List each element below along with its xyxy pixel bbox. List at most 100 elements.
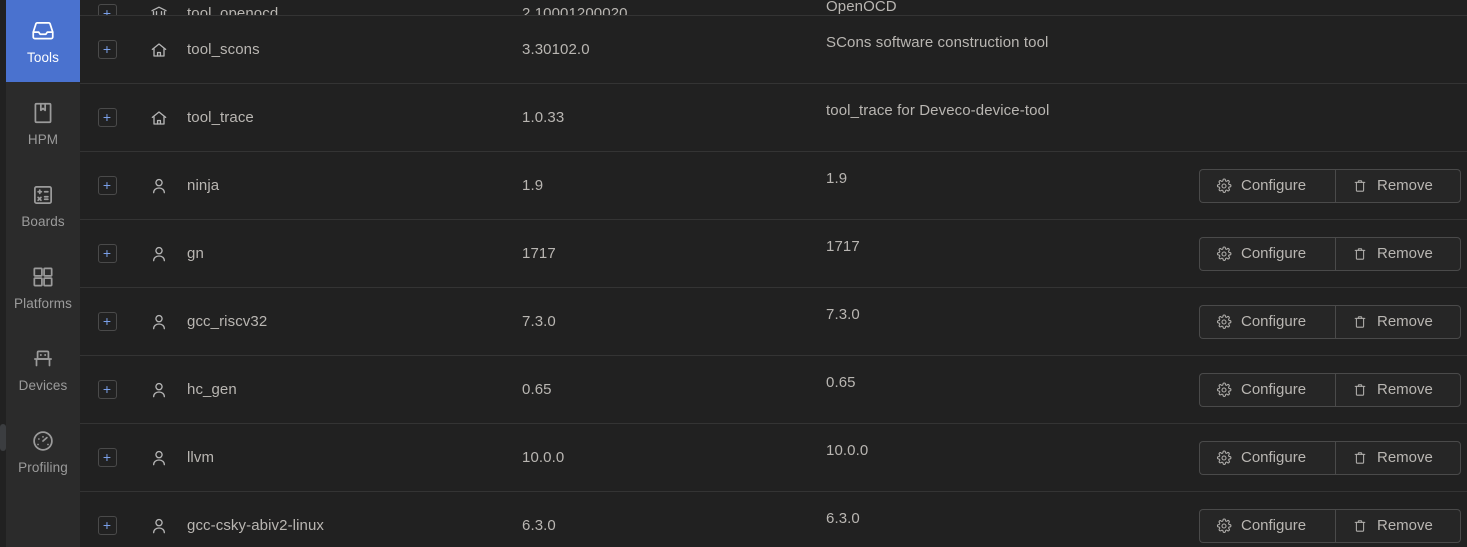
- gear-icon: [1216, 314, 1232, 330]
- tool-description-cell: 10.0.0: [826, 442, 1148, 467]
- tool-name-cell: gcc_riscv32: [184, 313, 522, 331]
- sidebar-item-platforms[interactable]: Platforms: [6, 246, 80, 328]
- tool-version: 1.9: [522, 176, 544, 194]
- person-icon: [149, 244, 169, 264]
- tool-name-cell: ninja: [184, 177, 522, 195]
- tool-description: 7.3.0: [826, 305, 860, 323]
- tool-description-cell: SCons software construction tool: [826, 34, 1148, 59]
- inbox-icon: [30, 18, 56, 44]
- row-type-cell: [134, 448, 184, 468]
- tool-version-cell: 7.3.0: [522, 313, 826, 331]
- bank-icon: [149, 3, 169, 15]
- remove-button[interactable]: Remove: [1335, 168, 1461, 203]
- table-row[interactable]: + hc_gen 0.65 0.65 Configure Remove: [80, 356, 1467, 424]
- expand-row-button[interactable]: +: [97, 244, 117, 263]
- table-row[interactable]: + tool_scons 3.30102.0 SCons software const…: [80, 16, 1467, 84]
- tool-version-cell: 6.3.0: [522, 517, 826, 535]
- tool-description: 0.65: [826, 373, 856, 391]
- tool-name: gcc_riscv32: [187, 312, 268, 330]
- table-row[interactable]: + tool_trace 1.0.33 tool_trace for Deveco-d…: [80, 84, 1467, 152]
- row-type-cell: [134, 108, 184, 128]
- remove-button[interactable]: Remove: [1335, 304, 1461, 339]
- configure-button[interactable]: Configure: [1199, 508, 1335, 543]
- expand-row-button[interactable]: +: [97, 516, 117, 535]
- sidebar-item-profiling[interactable]: Profiling: [6, 410, 80, 492]
- tool-description-cell: OpenOCD: [826, 0, 1148, 15]
- sidebar-item-devices[interactable]: Devices: [6, 328, 80, 410]
- tool-description-cell: 1717: [826, 238, 1148, 263]
- sidebar-item-boards[interactable]: Boards: [6, 164, 80, 246]
- configure-button[interactable]: Configure: [1199, 236, 1335, 271]
- configure-button-label: Configure: [1241, 177, 1307, 194]
- expand-row-button[interactable]: +: [97, 40, 117, 59]
- expand-row-button[interactable]: +: [97, 448, 117, 467]
- tool-name: gn: [187, 244, 204, 262]
- tools-table: + tool_openocd 2.10001200020 OpenOCD + tool_s…: [80, 0, 1467, 547]
- remove-button[interactable]: Remove: [1335, 236, 1461, 271]
- expand-cell: +: [80, 516, 134, 535]
- trash-icon: [1352, 314, 1368, 330]
- tool-name: hc_gen: [187, 380, 237, 398]
- configure-button[interactable]: Configure: [1199, 440, 1335, 475]
- table-row[interactable]: + llvm 10.0.0 10.0.0 Configure Remove: [80, 424, 1467, 492]
- remove-button-label: Remove: [1377, 517, 1433, 534]
- configure-button[interactable]: Configure: [1199, 304, 1335, 339]
- table-row[interactable]: + ninja 1.9 1.9 Configure Remove: [80, 152, 1467, 220]
- expand-row-button[interactable]: +: [97, 380, 117, 399]
- calculator-icon: [30, 182, 56, 208]
- gear-icon: [1216, 246, 1232, 262]
- sidebar-item-tools[interactable]: Tools: [6, 0, 80, 82]
- bookmark-icon: [30, 100, 56, 126]
- expand-row-button[interactable]: +: [97, 4, 117, 15]
- sidebar-item-hpm[interactable]: HPM: [6, 82, 80, 164]
- expand-row-button[interactable]: +: [97, 176, 117, 195]
- tool-name: llvm: [187, 448, 215, 466]
- tool-version: 10.0.0: [522, 448, 565, 466]
- tool-version-cell: 0.65: [522, 381, 826, 399]
- tool-version: 0.65: [522, 380, 552, 398]
- tool-version-cell: 3.30102.0: [522, 41, 826, 59]
- tool-version: 2.10001200020: [522, 5, 628, 16]
- tool-version: 1717: [522, 244, 556, 262]
- tools-table-panel: + tool_openocd 2.10001200020 OpenOCD + tool_s…: [80, 0, 1467, 547]
- table-row[interactable]: + tool_openocd 2.10001200020 OpenOCD: [80, 0, 1467, 16]
- tool-description: OpenOCD: [826, 0, 897, 15]
- page-scrollbar-thumb[interactable]: [0, 424, 6, 451]
- person-icon: [149, 312, 169, 332]
- tool-name-cell: gcc-csky-abiv2-linux: [184, 517, 522, 535]
- tool-description-cell: tool_trace for Deveco-device-tool: [826, 102, 1148, 127]
- tool-name-cell: llvm: [184, 449, 522, 467]
- expand-row-button[interactable]: +: [97, 312, 117, 331]
- remove-button[interactable]: Remove: [1335, 372, 1461, 407]
- row-type-cell: [134, 244, 184, 264]
- remove-button[interactable]: Remove: [1335, 508, 1461, 543]
- tool-version-cell: 1.0.33: [522, 109, 826, 127]
- row-action-group: Configure Remove: [1199, 168, 1461, 203]
- tool-description: tool_trace for Deveco-device-tool: [826, 101, 1050, 119]
- row-actions-cell: Configure Remove: [1148, 440, 1467, 475]
- tool-version-cell: 10.0.0: [522, 449, 826, 467]
- table-row[interactable]: + gcc-csky-abiv2-linux 6.3.0 6.3.0 Configure…: [80, 492, 1467, 547]
- table-row[interactable]: + gn 1717 1717 Configure Remove: [80, 220, 1467, 288]
- tool-name: tool_scons: [187, 40, 260, 58]
- home-icon: [149, 40, 169, 60]
- expand-row-button[interactable]: +: [97, 108, 117, 127]
- sidebar-item-label: Boards: [21, 213, 65, 229]
- tool-description: 1717: [826, 237, 860, 255]
- remove-button-label: Remove: [1377, 313, 1433, 330]
- row-action-group: Configure Remove: [1199, 508, 1461, 543]
- tool-description: 6.3.0: [826, 509, 860, 527]
- configure-button-label: Configure: [1241, 517, 1307, 534]
- configure-button[interactable]: Configure: [1199, 372, 1335, 407]
- configure-button[interactable]: Configure: [1199, 168, 1335, 203]
- row-type-cell: [134, 40, 184, 60]
- page-scrollbar[interactable]: [0, 0, 6, 547]
- tool-name-cell: tool_scons: [184, 41, 522, 59]
- gear-icon: [1216, 382, 1232, 398]
- home-icon: [149, 108, 169, 128]
- row-type-cell: [134, 176, 184, 196]
- tool-version: 1.0.33: [522, 108, 565, 126]
- remove-button[interactable]: Remove: [1335, 440, 1461, 475]
- row-actions-cell: Configure Remove: [1148, 508, 1467, 543]
- table-row[interactable]: + gcc_riscv32 7.3.0 7.3.0 Configure Remove: [80, 288, 1467, 356]
